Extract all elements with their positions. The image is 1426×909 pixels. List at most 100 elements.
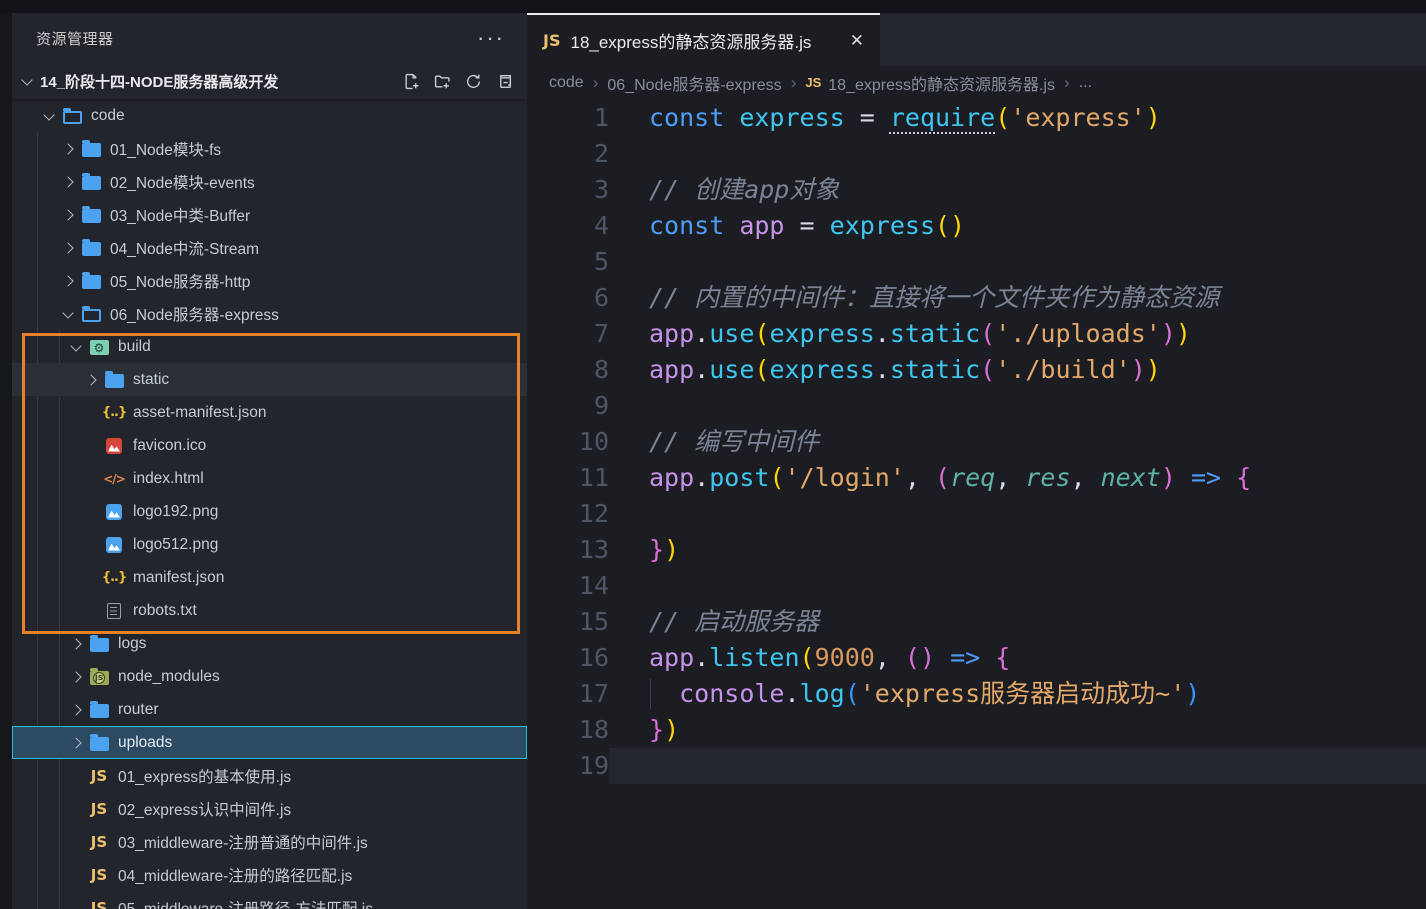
code-line[interactable]: 15// 启动服务器	[527, 604, 1426, 640]
chevron-right-icon[interactable]	[57, 204, 79, 226]
code-line[interactable]: 2	[527, 136, 1426, 172]
js-icon: JS	[87, 865, 111, 885]
code-line-content: app.use(express.static('./uploads'))	[609, 316, 1426, 352]
chevron-down-icon[interactable]	[65, 336, 87, 358]
tree-item[interactable]: router	[12, 693, 527, 726]
code-line[interactable]: 18})	[527, 712, 1426, 748]
more-actions-icon[interactable]: ···	[477, 33, 505, 43]
line-number: 7	[527, 316, 609, 352]
code-line[interactable]: 8app.use(express.static('./build'))	[527, 352, 1426, 388]
breadcrumb: code›06_Node服务器-express›JS18_express的静态资…	[527, 66, 1426, 99]
tree-item-label: 01_express的基本使用.js	[118, 765, 291, 787]
chevron-right-icon[interactable]	[57, 270, 79, 292]
explorer-sidebar: 资源管理器 ··· 14_阶段十四-NODE服务器高级开发	[0, 13, 527, 909]
breadcrumb-item[interactable]: 06_Node服务器-express	[607, 71, 781, 95]
chevron-right-icon[interactable]	[80, 369, 102, 391]
tree-item[interactable]: JS01_express的基本使用.js	[12, 759, 527, 792]
tree-item-label: router	[118, 701, 159, 719]
code-line[interactable]: 5	[527, 244, 1426, 280]
chevron-right-icon[interactable]	[65, 699, 87, 721]
code-line[interactable]: 4const app = express()	[527, 208, 1426, 244]
folder-icon	[87, 634, 111, 654]
tree-item[interactable]: logo512.png	[12, 528, 527, 561]
tree-item[interactable]: uploads	[12, 726, 527, 759]
tree-item[interactable]: 02_Node模块-events	[12, 165, 527, 198]
tree-item-label: logs	[118, 635, 146, 653]
js-icon: JS	[87, 898, 111, 909]
tree-item[interactable]: logs	[12, 627, 527, 660]
line-number: 4	[527, 208, 609, 244]
tree-item[interactable]: static	[12, 363, 527, 396]
tree-item[interactable]: 06_Node服务器-express	[12, 297, 527, 330]
tree-item[interactable]: JS04_middleware-注册的路径匹配.js	[12, 858, 527, 891]
code-line-content	[609, 748, 1426, 784]
new-file-icon[interactable]	[402, 72, 420, 90]
tree-item[interactable]: 05_Node服务器-http	[12, 264, 527, 297]
line-number: 6	[527, 280, 609, 316]
breadcrumb-item[interactable]: JS18_express的静态资源服务器.js	[805, 71, 1055, 95]
code-line-content: const app = express()	[609, 208, 1426, 244]
code-line[interactable]: 1const express = require('express')	[527, 100, 1426, 136]
tree-item[interactable]: JS05_middleware-注册路径-方法匹配.js	[12, 891, 527, 909]
tree-item-label: logo192.png	[133, 503, 218, 521]
chevron-down-icon[interactable]	[57, 303, 79, 325]
code-line[interactable]: 3// 创建app对象	[527, 172, 1426, 208]
line-number: 9	[527, 388, 609, 424]
breadcrumb-label: code	[549, 74, 584, 92]
breadcrumb-item[interactable]: ...	[1079, 74, 1092, 92]
code-line[interactable]: 12	[527, 496, 1426, 532]
chevron-down-icon[interactable]	[38, 105, 60, 127]
tree-item[interactable]: </>index.html	[12, 462, 527, 495]
tree-item[interactable]: jsnode_modules	[12, 660, 527, 693]
code-line[interactable]: 7app.use(express.static('./uploads'))	[527, 316, 1426, 352]
tree-item[interactable]: JS02_express认识中间件.js	[12, 792, 527, 825]
code-line[interactable]: 16app.listen(9000, () => {	[527, 640, 1426, 676]
chevron-right-icon[interactable]	[65, 666, 87, 688]
folder-icon	[87, 733, 111, 753]
tree-item[interactable]: ⚙build	[12, 330, 527, 363]
tree-item[interactable]: logo192.png	[12, 495, 527, 528]
tree-item[interactable]: 03_Node中类-Buffer	[12, 198, 527, 231]
code-line[interactable]: 10// 编写中间件	[527, 424, 1426, 460]
tree-item-label: code	[91, 107, 125, 125]
tab-active-file[interactable]: JS 18_express的静态资源服务器.js ✕	[527, 13, 880, 66]
code-line[interactable]: 13})	[527, 532, 1426, 568]
workspace-section-header[interactable]: 14_阶段十四-NODE服务器高级开发	[12, 63, 527, 99]
chevron-right-icon[interactable]	[65, 732, 87, 754]
breadcrumb-item[interactable]: code	[549, 74, 584, 92]
txt-icon	[102, 601, 126, 621]
js-file-icon: JS	[543, 31, 560, 50]
code-line[interactable]: 9	[527, 388, 1426, 424]
code-line-content	[609, 496, 1426, 532]
chevron-right-icon[interactable]	[57, 237, 79, 259]
tree-item-label: 02_Node模块-events	[110, 171, 255, 193]
close-icon[interactable]: ✕	[846, 29, 868, 53]
collapse-all-icon[interactable]	[495, 72, 513, 90]
chevron-right-icon[interactable]	[65, 633, 87, 655]
tree-item[interactable]: favicon.ico	[12, 429, 527, 462]
tree-item[interactable]: code	[12, 99, 527, 132]
code-editor[interactable]: 1const express = require('express')23// …	[527, 99, 1426, 909]
tree-item[interactable]: 01_Node模块-fs	[12, 132, 527, 165]
line-number: 2	[527, 136, 609, 172]
tree-item[interactable]: JS03_middleware-注册普通的中间件.js	[12, 825, 527, 858]
chevron-right-icon[interactable]	[57, 171, 79, 193]
refresh-icon[interactable]	[464, 72, 482, 90]
line-number: 14	[527, 568, 609, 604]
folder-icon	[79, 172, 103, 192]
tree-item[interactable]: {..}manifest.json	[12, 561, 527, 594]
code-line[interactable]: 14	[527, 568, 1426, 604]
code-line[interactable]: 6// 内置的中间件：直接将一个文件夹作为静态资源	[527, 280, 1426, 316]
tree-item-label: logo512.png	[133, 536, 218, 554]
line-number: 18	[527, 712, 609, 748]
build-folder-icon: ⚙	[87, 337, 111, 357]
code-line[interactable]: 11app.post('/login', (req, res, next) =>…	[527, 460, 1426, 496]
code-line[interactable]: 19	[527, 748, 1426, 784]
tree-item[interactable]: 04_Node中流-Stream	[12, 231, 527, 264]
tree-item[interactable]: {..}asset-manifest.json	[12, 396, 527, 429]
tree-item[interactable]: robots.txt	[12, 594, 527, 627]
chevron-right-icon[interactable]	[57, 138, 79, 160]
folder-icon	[79, 238, 103, 258]
code-line[interactable]: 17 console.log('express服务器启动成功~')	[527, 676, 1426, 712]
new-folder-icon[interactable]	[433, 72, 451, 90]
